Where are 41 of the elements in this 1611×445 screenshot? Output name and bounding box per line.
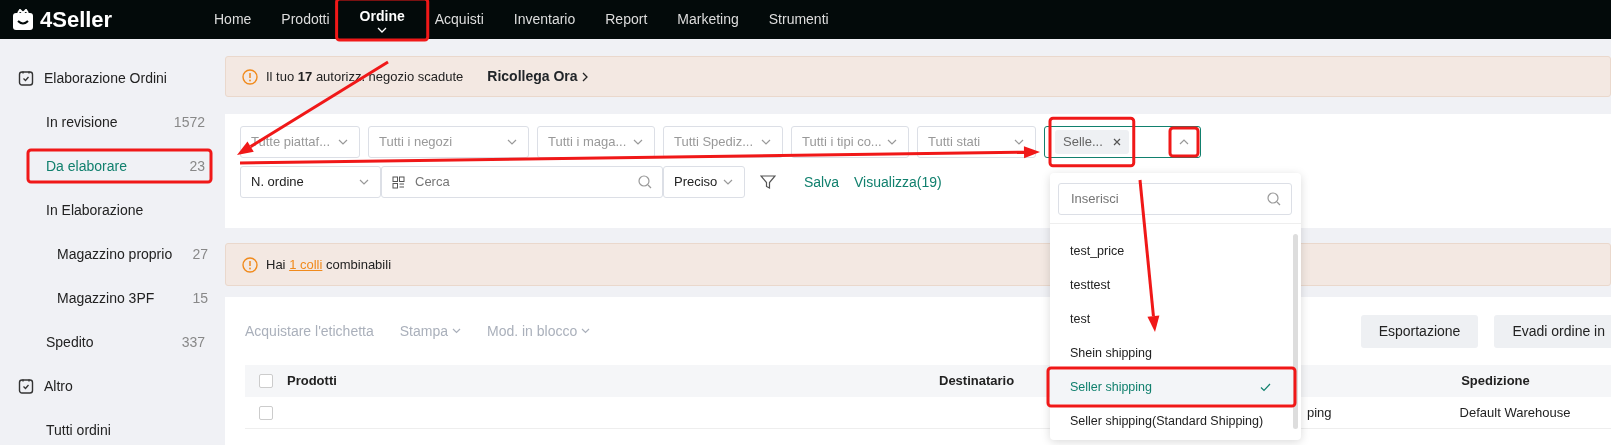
sidebar-group-title: Elaborazione Ordini <box>44 68 167 88</box>
dropdown-option[interactable]: test <box>1050 302 1293 336</box>
nav-tab[interactable]: Acquisti <box>419 0 499 39</box>
table-cell-text: ping <box>1307 403 1332 422</box>
sidebar-item[interactable]: Tutti ordini <box>0 408 225 445</box>
dropdown-option[interactable]: testtest <box>1050 268 1293 302</box>
nav-tab[interactable]: Home <box>199 0 267 39</box>
dropdown-option[interactable]: Seller shipping <box>1050 370 1293 404</box>
toolbar-button[interactable]: Esportazione <box>1360 314 1479 348</box>
table-cell-text: Default Warehouse <box>1459 403 1571 422</box>
dropdown-search-field[interactable]: Inserisci <box>1058 183 1292 215</box>
dropdown-option[interactable]: test_price <box>1050 234 1293 268</box>
selected-tag: Selle... <box>1055 130 1129 154</box>
shipping-select[interactable]: Selle... <box>1044 126 1201 158</box>
sidebar-item[interactable]: Magazzino proprio 27 <box>0 232 225 276</box>
field-select[interactable]: N. ordine <box>240 166 381 198</box>
sidebar-item[interactable]: Magazzino 3PF 15 <box>0 276 225 320</box>
column-header: Spedizione <box>1461 372 1530 391</box>
brand-name: 4Seller <box>40 6 113 34</box>
nav-tab[interactable]: Report <box>590 0 663 39</box>
nav-tab[interactable]: Inventario <box>498 0 591 39</box>
search-field[interactable]: Cerca <box>381 166 663 198</box>
column-header: Prodotti <box>287 372 338 391</box>
toolbar-button[interactable]: Evadi ordine in <box>1494 314 1611 348</box>
mode-select[interactable]: Preciso <box>663 166 745 198</box>
notice-text: Hai 1 colli combinabili <box>266 255 392 274</box>
sidebar-item[interactable]: Spedito 337 <box>0 320 225 364</box>
nav-tab[interactable]: Strumenti <box>753 0 844 39</box>
nav-tab[interactable]: Prodotti <box>266 0 345 39</box>
dropdown-option[interactable]: Shein shipping <box>1050 336 1293 370</box>
action-link[interactable]: Visualizza(19) <box>854 171 942 193</box>
column-header: Destinatario <box>939 372 1015 391</box>
sidebar-item[interactable]: In revisione 1572 <box>0 100 225 144</box>
action-link[interactable]: Salva <box>804 171 840 193</box>
reconnect-link[interactable]: Ricollega Ora <box>487 66 588 87</box>
sidebar-group-title: Altro <box>44 376 73 396</box>
sidebar-item[interactable]: In Elaborazione <box>0 188 225 232</box>
alert-text: Il tuo 17 autorizz. negozio scadute <box>266 67 464 86</box>
dropdown-option[interactable]: Seller shipping(Standard Shipping) <box>1050 404 1293 438</box>
nav-tab[interactable]: Marketing <box>662 0 754 39</box>
sidebar-item[interactable]: Da elaborare 23 <box>0 144 225 188</box>
